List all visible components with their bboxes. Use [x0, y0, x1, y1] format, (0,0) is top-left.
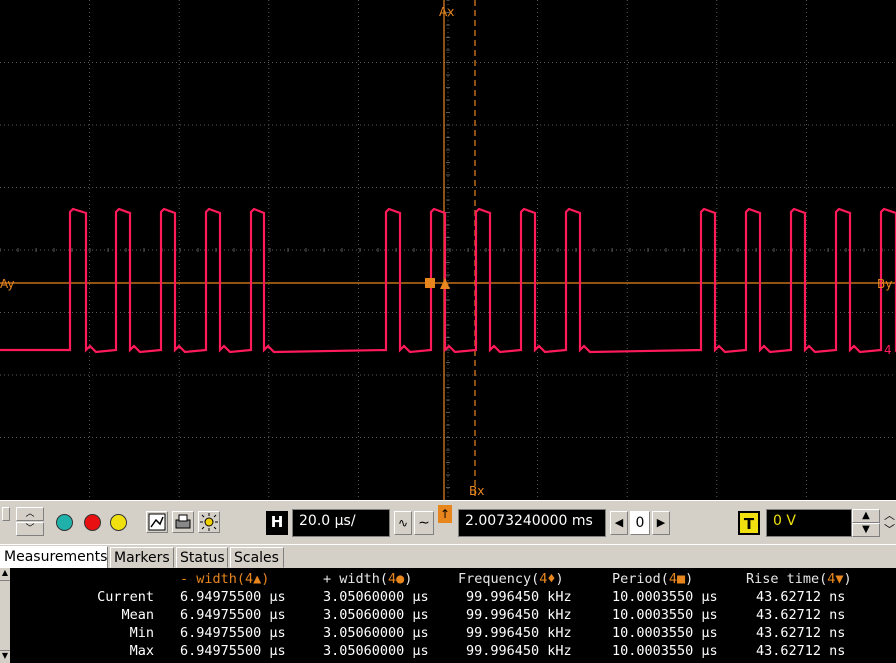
tab-scales[interactable]: Scales [230, 547, 284, 568]
zoom-fine-button[interactable]: ∿ [394, 511, 412, 535]
marker-ax-label: Ax [439, 5, 455, 19]
measurement-header-channel: 4▼ [827, 571, 844, 587]
horizontal-delay-field[interactable]: 2.0073240000 ms [458, 509, 606, 537]
print-button[interactable] [172, 511, 194, 533]
collapse-up-icon[interactable]: ︿ [884, 509, 896, 523]
horizontal-scale-field[interactable]: 20.0 µs/ [292, 509, 390, 537]
measurement-header-channel: 4♦ [539, 571, 556, 587]
measurement-value: 43.62712 ns [756, 625, 846, 641]
measurement-value: 43.62712 ns [756, 643, 846, 659]
channel-color-yellow-button[interactable] [110, 514, 127, 531]
measurement-header-channel: 4■ [668, 571, 686, 587]
measurement-value: 6.94975500 µs [180, 643, 286, 659]
measurement-header-name: + width( [323, 571, 389, 587]
chevron-down-icon: ﹀ [25, 524, 35, 534]
measurement-row-label: Max [129, 643, 154, 659]
trigger-label: T [738, 511, 760, 535]
measurement-value: 10.0003550 µs [612, 643, 718, 659]
measurement-header-close: ) [261, 571, 270, 587]
delay-decrement-button[interactable]: ◀ [610, 511, 628, 535]
measurement-header-channel: 4● [388, 571, 405, 587]
zoom-coarse-button[interactable]: ∼ [414, 511, 434, 535]
measurements-scrollbar[interactable]: ▲ ▼ [0, 568, 10, 663]
measurement-value: 10.0003550 µs [612, 607, 718, 623]
collapse-down-icon[interactable]: ﹀ [884, 523, 896, 537]
delay-reference-icon[interactable]: ↑ [438, 505, 452, 523]
marker-by-label: By [877, 277, 893, 291]
measurement-value: 43.62712 ns [756, 589, 846, 605]
scroll-up-icon[interactable]: ▲ [0, 568, 10, 581]
toolbar: ︿ ﹀ H 20.0 µs/ ∿ ∼ ↑ 2.0073240000 ms ◀ 0… [0, 500, 896, 544]
autoscale-icon [148, 513, 166, 531]
measurement-header-channel: 4▲ [245, 571, 262, 587]
measurement-value: 6.94975500 µs [180, 607, 286, 623]
marker-ay-label: Ay [0, 277, 15, 291]
toolbar-left-stub[interactable] [2, 507, 10, 521]
measurement-header-close: ) [685, 571, 694, 587]
measurement-value: 6.94975500 µs [180, 589, 286, 605]
horizontal-label: H [266, 511, 288, 535]
triangle-up-icon: ▲ [862, 510, 870, 521]
measurement-value: 99.996450 kHz [466, 643, 572, 659]
triangle-left-icon: ◀ [614, 516, 624, 529]
measurement-header-close: ) [555, 571, 564, 587]
measurement-value: 3.05060000 µs [323, 589, 429, 605]
measurement-value: 3.05060000 µs [323, 643, 429, 659]
measurement-value: 99.996450 kHz [466, 589, 572, 605]
measurement-value: 3.05060000 µs [323, 607, 429, 623]
measurement-row-label: Current [97, 589, 154, 605]
measurement-value: 43.62712 ns [756, 607, 846, 623]
scroll-up-button[interactable]: ︿ [16, 507, 44, 521]
channel-color-cyan-button[interactable] [56, 514, 73, 531]
scroll-down-button[interactable]: ﹀ [16, 522, 44, 536]
measurement-row-label: Mean [121, 607, 154, 623]
tab-status[interactable]: Status [176, 547, 228, 568]
measurement-header-name: - width( [180, 571, 246, 587]
delay-increment-button[interactable]: ▶ [652, 511, 670, 535]
trigger-up-button[interactable]: ▲ [852, 509, 880, 523]
delay-step-field[interactable]: 0 [630, 511, 650, 535]
scroll-down-icon[interactable]: ▼ [0, 650, 10, 663]
measurement-header-close: ) [843, 571, 852, 587]
intensity-button[interactable] [198, 511, 220, 533]
measurement-row-label: Min [129, 625, 154, 641]
trigger-level-field[interactable]: 0 V [766, 509, 852, 537]
measurement-value: 6.94975500 µs [180, 625, 286, 641]
measurement-header-close: ) [404, 571, 413, 587]
tab-measurements[interactable]: Measurements [0, 546, 108, 569]
chevron-up-icon: ︿ [25, 509, 35, 519]
triangle-down-icon: ▼ [862, 524, 870, 535]
tab-bar: Measurements Markers Status Scales [0, 544, 896, 569]
measurement-value: 10.0003550 µs [612, 625, 718, 641]
fine-wave-icon: ∿ [397, 516, 409, 530]
channel-color-red-button[interactable] [84, 514, 101, 531]
waveform-canvas [0, 0, 896, 500]
measurement-header: + width(4●) [323, 570, 412, 588]
waveform-display[interactable]: Ax Bx Ay By 4 [0, 0, 896, 500]
trigger-down-button[interactable]: ▼ [852, 523, 880, 537]
measurement-value: 3.05060000 µs [323, 625, 429, 641]
measurement-header-name: Period( [612, 571, 669, 587]
measurement-header-name: Rise time( [746, 571, 828, 587]
measurement-header: Rise time(4▼) [746, 570, 852, 588]
measurement-header: Frequency(4♦) [458, 570, 564, 588]
measurement-header-name: Frequency( [458, 571, 540, 587]
coarse-wave-icon: ∼ [418, 515, 430, 531]
measurements-panel: ▲ ▼ - width(4▲) + width(4●) Frequency(4♦) P… [0, 568, 896, 663]
measurement-value: 99.996450 kHz [466, 625, 572, 641]
measurement-header: Period(4■) [612, 570, 693, 588]
measurement-value: 99.996450 kHz [466, 607, 572, 623]
printer-icon [175, 514, 191, 529]
triangle-right-icon: ▶ [656, 516, 666, 529]
channel-4-label: 4 [884, 343, 892, 357]
sun-icon [200, 513, 218, 531]
autoscale-button[interactable] [146, 511, 168, 533]
measurement-header: - width(4▲) [180, 570, 269, 588]
tab-markers[interactable]: Markers [110, 547, 174, 568]
graticule [0, 0, 896, 500]
measurement-value: 10.0003550 µs [612, 589, 718, 605]
trigger-level-marker[interactable] [425, 278, 435, 288]
marker-bx-label: Bx [469, 484, 485, 498]
